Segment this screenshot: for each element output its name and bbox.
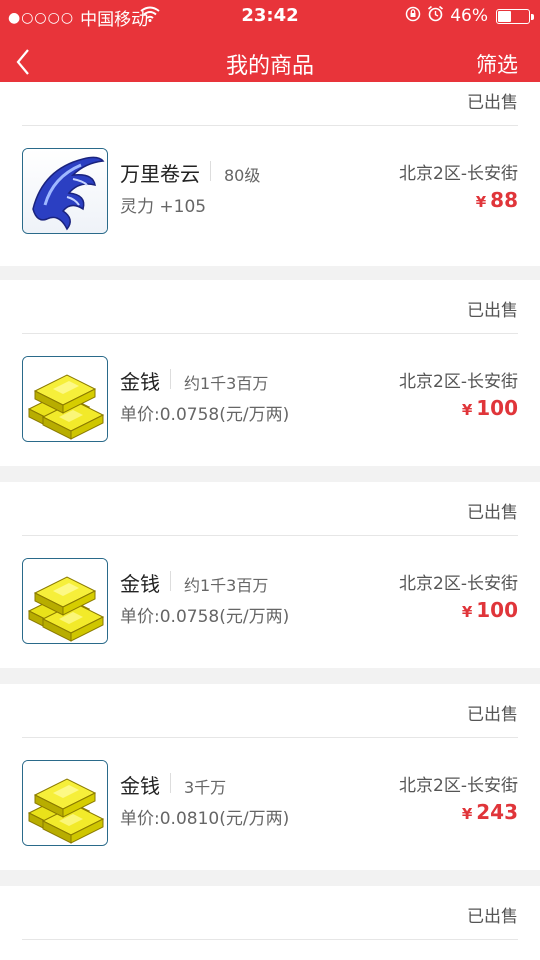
currency-symbol: ¥ [475, 193, 487, 211]
gold-bars-icon [22, 558, 108, 644]
item-amount: 3千万 [184, 778, 227, 797]
item-price: ¥100 [462, 396, 518, 420]
item-price: ¥88 [476, 188, 518, 212]
blue-flame-item-icon [22, 148, 108, 234]
currency-symbol: ¥ [461, 805, 473, 823]
battery-level [498, 10, 511, 22]
list-item[interactable]: 已出售 [0, 886, 540, 960]
unit-price: 单价:0.0758(元/万两) [120, 405, 290, 425]
list-item[interactable]: 已出售 [0, 82, 540, 126]
page-title: 我的商品 [225, 54, 314, 79]
item-amount: 约1千3百万 [184, 576, 269, 595]
sold-status-label: 已出售 [467, 503, 518, 523]
price-value: 243 [476, 800, 518, 824]
price-value: 100 [476, 598, 518, 622]
battery-percent: 46% [450, 6, 488, 26]
item-name: 金钱 [120, 572, 160, 596]
server-name: 北京2区-长安街 [399, 372, 518, 392]
status-bar: ●○○○○ 中国移动 23:42 46% [0, 0, 540, 32]
divider [170, 773, 171, 793]
sold-status-label: 已出售 [467, 705, 518, 725]
rotation-lock-icon [405, 6, 421, 27]
server-name: 北京2区-长安街 [399, 164, 518, 184]
item-name: 万里卷云 [120, 162, 200, 186]
item-level: 80级 [224, 166, 261, 185]
list-item[interactable]: 已出售 金钱 约1千3百万 单价:0.0758(元/万两) 北京2区-长安街 ¥… [0, 482, 540, 668]
divider [210, 161, 211, 181]
divider [170, 369, 171, 389]
item-price: ¥100 [462, 598, 518, 622]
item-amount: 约1千3百万 [184, 374, 269, 393]
unit-price: 单价:0.0758(元/万两) [120, 607, 290, 627]
currency-symbol: ¥ [461, 401, 473, 419]
server-name: 北京2区-长安街 [399, 574, 518, 594]
server-name: 北京2区-长安街 [399, 776, 518, 796]
price-value: 88 [490, 188, 518, 212]
price-value: 100 [476, 396, 518, 420]
gold-bars-icon [22, 356, 108, 442]
sold-status-label: 已出售 [467, 301, 518, 321]
gold-bars-icon [22, 760, 108, 846]
battery-icon [496, 8, 534, 24]
item-price: ¥243 [462, 800, 518, 824]
list-item[interactable]: 已出售 金钱 3千万 单价:0.0810(元/万两) 北京2区-长安街 ¥243 [0, 684, 540, 870]
currency-symbol: ¥ [461, 603, 473, 621]
divider [170, 571, 171, 591]
filter-button[interactable]: 筛选 [476, 49, 518, 79]
item-name: 金钱 [120, 370, 160, 394]
item-detail: 灵力 +105 [120, 197, 207, 217]
app-header: ●○○○○ 中国移动 23:42 46% 我的商品 筛选 [0, 0, 540, 92]
sold-status-label: 已出售 [467, 93, 518, 113]
list-item[interactable]: 万里卷云 80级 灵力 +105 北京2区-长安街 ¥88 [0, 126, 540, 266]
alarm-icon [427, 5, 444, 27]
unit-price: 单价:0.0810(元/万两) [120, 809, 290, 829]
item-name: 金钱 [120, 774, 160, 798]
list-item[interactable]: 已出售 金钱 约1千3百万 单价:0.0758(元/万两) 北京2区-长安街 ¥… [0, 280, 540, 466]
sold-status-label: 已出售 [467, 907, 518, 927]
